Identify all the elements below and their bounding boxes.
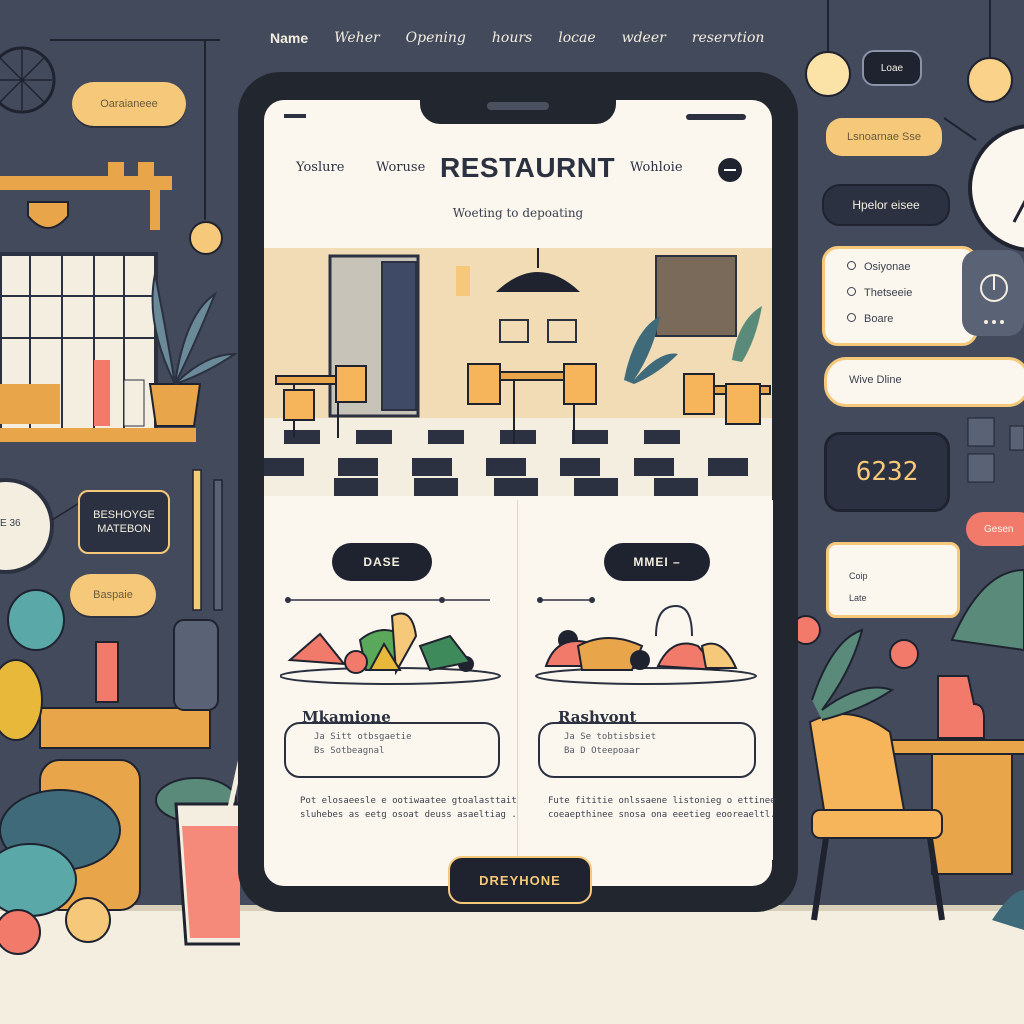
card-1-line-2: Bs Sotbeagnal (314, 746, 385, 756)
right-dark-button[interactable]: Hpelor eisee (822, 184, 950, 226)
status-bar-indicator (284, 114, 306, 118)
mini-panel: Coip Late (826, 542, 960, 618)
primary-action-button[interactable]: DREYHONE (448, 856, 592, 904)
card-2-description: Fute fititie onlssaene listonieg o ettin… (548, 796, 776, 820)
power-icon (980, 274, 1008, 324)
menu-icon[interactable] (718, 158, 742, 182)
card-2-line-1: Ja Se tobtisbsiet (564, 732, 657, 742)
app-nav-wohloie[interactable]: Wohloie (630, 160, 683, 175)
app-nav-woruse[interactable]: Woruse (376, 160, 425, 175)
options-panel: Osiyonae Thetseeie Boare (822, 246, 978, 346)
top-nav-name[interactable]: Name (270, 30, 308, 54)
search-field-label: Wive Dline (849, 374, 902, 386)
card-1-line-1: Ja Sitt otbsgaetie (314, 732, 412, 742)
card-1-dish (280, 597, 501, 685)
radio-icon (847, 313, 856, 322)
top-nav-locae[interactable]: locae (558, 30, 595, 54)
app-header: Yoslure Woruse RESTAURNT Wohloie (290, 152, 750, 184)
left-pill-top[interactable]: Oaraianeee (72, 82, 186, 126)
top-nav-hours[interactable]: hours (492, 30, 532, 54)
card-2-dish (535, 597, 757, 685)
app-title: RESTAURNT (440, 152, 616, 183)
status-bar-icons (686, 114, 746, 120)
card-2-button[interactable]: MMEI – (604, 543, 710, 581)
card-2-details: Ja Se tobtisbsiet Ba D Oteepoaar (538, 722, 756, 778)
left-pill-bottom[interactable]: Baspaie (70, 574, 156, 616)
plate-label: E 36 (0, 518, 21, 529)
card-1-description: Pot elosaeesle e ootiwaatee gtoalasttait… (300, 796, 533, 820)
hero-image (264, 248, 772, 496)
mini-item-2[interactable]: Late (849, 593, 867, 603)
top-nav-weher[interactable]: Weher (334, 30, 380, 54)
card-1-button[interactable]: DASE (332, 543, 432, 581)
top-nav-wdeer[interactable]: wdeer (622, 30, 666, 54)
mini-item-1[interactable]: Coip (849, 571, 868, 581)
search-field[interactable]: Wive Dline (824, 357, 1024, 407)
speaker-grille (487, 102, 549, 110)
option-2[interactable]: Thetseeie (847, 287, 912, 299)
radio-icon (847, 261, 856, 270)
top-nav: Name Weher Opening hours locae wdeer res… (270, 30, 770, 54)
option-1[interactable]: Osiyonae (847, 261, 910, 273)
radio-icon (847, 287, 856, 296)
right-amber-button[interactable]: Lsnoarnae Sse (826, 118, 942, 156)
left-dark-badge[interactable]: BESHOYGE MATEBON (78, 490, 170, 554)
top-nav-opening[interactable]: Opening (406, 30, 466, 54)
clock-button[interactable] (962, 250, 1024, 336)
location-button[interactable]: Loae (862, 50, 922, 86)
counter-display: 6232 (824, 432, 950, 512)
tagline: Woeting to depoating (452, 206, 584, 220)
card-1-details: Ja Sitt otbsgaetie Bs Sotbeagnal (284, 722, 500, 778)
app-nav-yoslure[interactable]: Yoslure (296, 160, 344, 175)
card-2-line-2: Ba D Oteepoaar (564, 746, 640, 756)
tablet-notch (420, 96, 616, 124)
option-3[interactable]: Boare (847, 313, 893, 325)
top-nav-reservation[interactable]: reservtion (692, 30, 765, 54)
restaurant-interior-illustration (264, 248, 772, 496)
coral-button[interactable]: Gesen (966, 512, 1024, 546)
